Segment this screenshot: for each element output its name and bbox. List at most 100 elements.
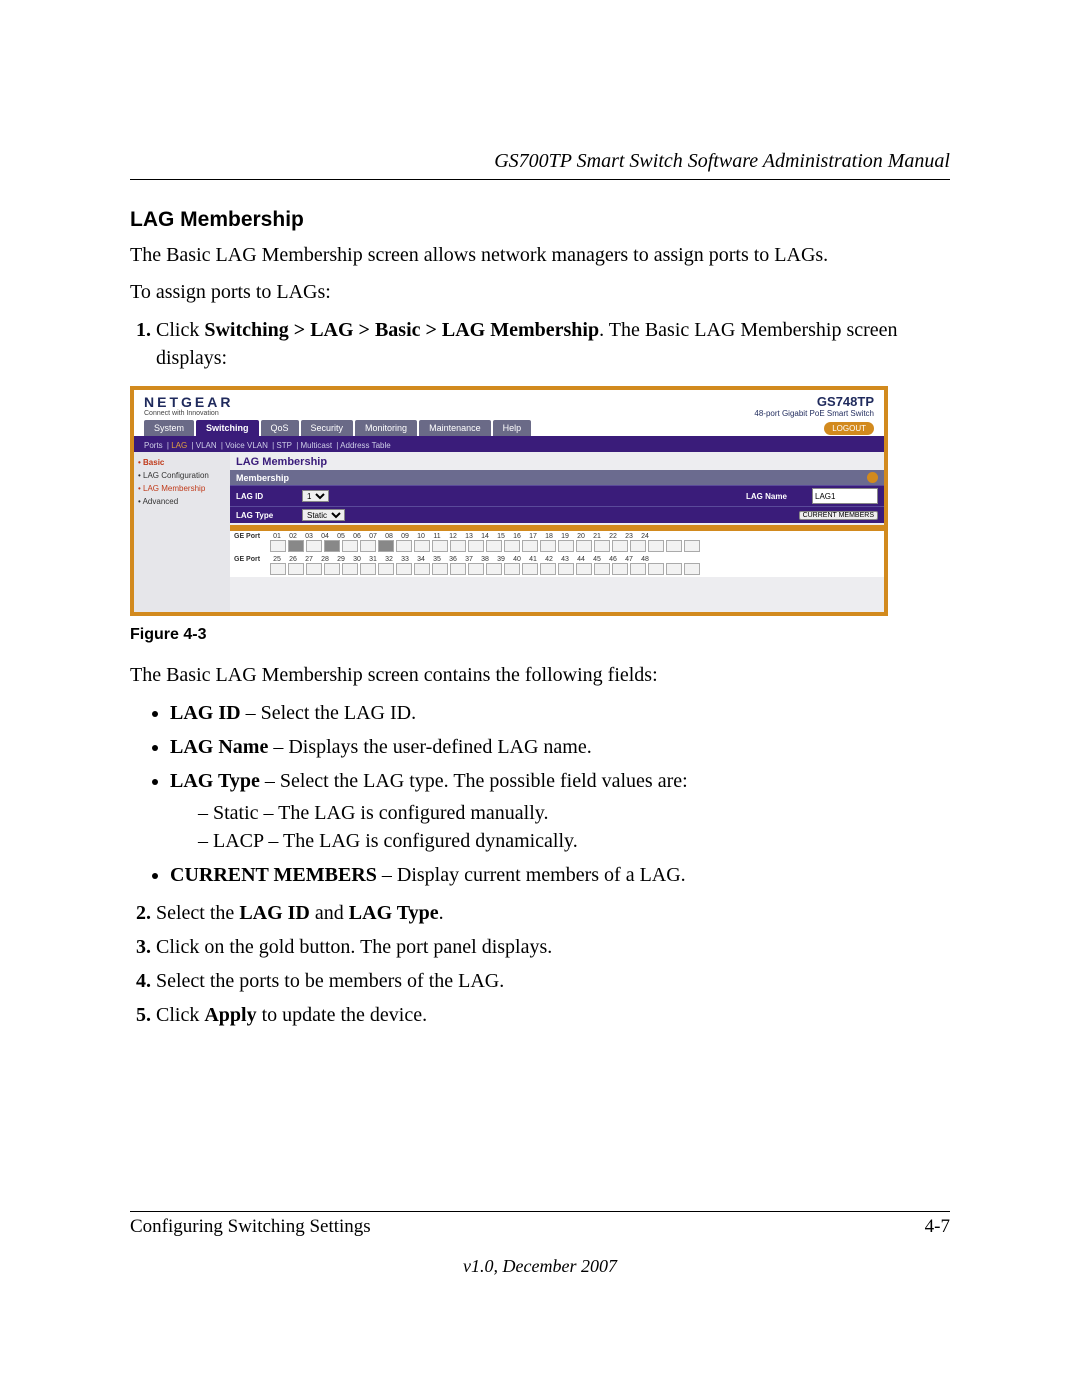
port-cell-08[interactable]: [396, 540, 412, 552]
step-1-path: Switching > LAG > Basic > LAG Membership: [204, 319, 599, 341]
port-cell-36[interactable]: [468, 563, 484, 575]
port-cell-33[interactable]: [414, 563, 430, 575]
port-cell-04[interactable]: [324, 540, 340, 552]
port-row-label: GE Port: [234, 556, 268, 563]
subnav-stp[interactable]: STP: [276, 441, 292, 450]
footer-chapter: Configuring Switching Settings: [130, 1216, 371, 1238]
port-cell-09[interactable]: [414, 540, 430, 552]
port-cell-03[interactable]: [306, 540, 322, 552]
port-cell-19[interactable]: [594, 540, 610, 552]
port-cell-22[interactable]: [648, 540, 664, 552]
port-cell-02[interactable]: [288, 540, 304, 552]
port-num: 01: [270, 533, 284, 540]
port-cell-34[interactable]: [432, 563, 448, 575]
port-cell-48[interactable]: [684, 563, 700, 575]
port-num: 20: [574, 533, 588, 540]
port-cell-12[interactable]: [468, 540, 484, 552]
lag-type-select[interactable]: Static: [302, 509, 345, 521]
port-cell-28[interactable]: [324, 563, 340, 575]
field-lag-name: LAG Name – Displays the user-defined LAG…: [170, 733, 950, 761]
port-cell-44[interactable]: [612, 563, 628, 575]
port-num: 48: [638, 556, 652, 563]
lag-name-field[interactable]: [812, 488, 878, 504]
port-cell-40[interactable]: [540, 563, 556, 575]
port-cell-27[interactable]: [306, 563, 322, 575]
tab-qos[interactable]: QoS: [261, 420, 299, 436]
port-cell-05[interactable]: [342, 540, 358, 552]
subnav-vlan[interactable]: VLAN: [196, 441, 217, 450]
port-num: 16: [510, 533, 524, 540]
steps-top: Click Switching > LAG > Basic > LAG Memb…: [130, 316, 950, 372]
subnav-ports[interactable]: Ports: [144, 441, 163, 450]
side-advanced[interactable]: • Advanced: [136, 495, 228, 508]
content-panel: LAG Membership Membership LAG ID 1 LAG N…: [230, 452, 884, 612]
port-cell-10[interactable]: [432, 540, 448, 552]
port-cell-14[interactable]: [504, 540, 520, 552]
tab-help[interactable]: Help: [493, 420, 532, 436]
port-cell-38[interactable]: [504, 563, 520, 575]
port-grid: GE Port 01020304050607080910111213141516…: [230, 531, 884, 577]
port-cell-39[interactable]: [522, 563, 538, 575]
port-cell-25[interactable]: [270, 563, 286, 575]
port-cell-21[interactable]: [630, 540, 646, 552]
step-3: Click on the gold button. The port panel…: [156, 933, 950, 961]
port-num: 42: [542, 556, 556, 563]
port-cell-41[interactable]: [558, 563, 574, 575]
lag-name-label: LAG Name: [746, 492, 806, 501]
port-cell-13[interactable]: [486, 540, 502, 552]
port-cell-32[interactable]: [396, 563, 412, 575]
tab-security[interactable]: Security: [301, 420, 354, 436]
port-row-label: GE Port: [234, 533, 268, 540]
subnav-address-table[interactable]: Address Table: [340, 441, 391, 450]
port-cell-45[interactable]: [630, 563, 646, 575]
port-cell-42[interactable]: [576, 563, 592, 575]
current-members-button[interactable]: CURRENT MEMBERS: [799, 511, 878, 520]
tab-switching[interactable]: Switching: [196, 420, 259, 436]
subnav-multicast[interactable]: Multicast: [301, 441, 333, 450]
port-cell-35[interactable]: [450, 563, 466, 575]
side-basic[interactable]: • Basic: [136, 456, 228, 469]
step-1: Click Switching > LAG > Basic > LAG Memb…: [156, 316, 950, 372]
tab-system[interactable]: System: [144, 420, 194, 436]
port-cell-06[interactable]: [360, 540, 376, 552]
tab-monitoring[interactable]: Monitoring: [355, 420, 417, 436]
port-row-2-labels: GE Port 25262728293031323334353637383940…: [234, 556, 880, 563]
port-cell-47[interactable]: [666, 563, 682, 575]
port-cell-11[interactable]: [450, 540, 466, 552]
port-num: 15: [494, 533, 508, 540]
port-num: 13: [462, 533, 476, 540]
help-icon[interactable]: [867, 472, 878, 483]
port-cell-24[interactable]: [684, 540, 700, 552]
side-menu: • Basic • LAG Configuration • LAG Member…: [134, 452, 230, 612]
port-cell-37[interactable]: [486, 563, 502, 575]
side-lag-configuration[interactable]: • LAG Configuration: [136, 469, 228, 482]
port-cell-46[interactable]: [648, 563, 664, 575]
port-cell-23[interactable]: [666, 540, 682, 552]
side-lag-membership[interactable]: • LAG Membership: [136, 482, 228, 495]
port-cell-07[interactable]: [378, 540, 394, 552]
port-cell-15[interactable]: [522, 540, 538, 552]
tab-maintenance[interactable]: Maintenance: [419, 420, 491, 436]
port-num: 43: [558, 556, 572, 563]
figure-header: NETGEAR Connect with Innovation GS748TP …: [134, 390, 884, 420]
port-cell-26[interactable]: [288, 563, 304, 575]
panel-subhead: Membership: [230, 470, 884, 485]
port-row-2-cells: [234, 563, 880, 575]
lag-id-select[interactable]: 1: [302, 490, 329, 502]
port-cell-20[interactable]: [612, 540, 628, 552]
port-cell-17[interactable]: [558, 540, 574, 552]
subnav-lag[interactable]: LAG: [171, 441, 187, 450]
port-cell-43[interactable]: [594, 563, 610, 575]
port-num: 44: [574, 556, 588, 563]
port-cell-18[interactable]: [576, 540, 592, 552]
port-cell-01[interactable]: [270, 540, 286, 552]
port-cell-30[interactable]: [360, 563, 376, 575]
subnav-voice-vlan[interactable]: Voice VLAN: [225, 441, 268, 450]
port-cell-31[interactable]: [378, 563, 394, 575]
port-num: 05: [334, 533, 348, 540]
port-cell-16[interactable]: [540, 540, 556, 552]
port-cell-29[interactable]: [342, 563, 358, 575]
sub-nav: Ports | LAG | VLAN | Voice VLAN | STP | …: [134, 439, 884, 452]
logout-button[interactable]: LOGOUT: [824, 422, 874, 435]
port-num: 21: [590, 533, 604, 540]
